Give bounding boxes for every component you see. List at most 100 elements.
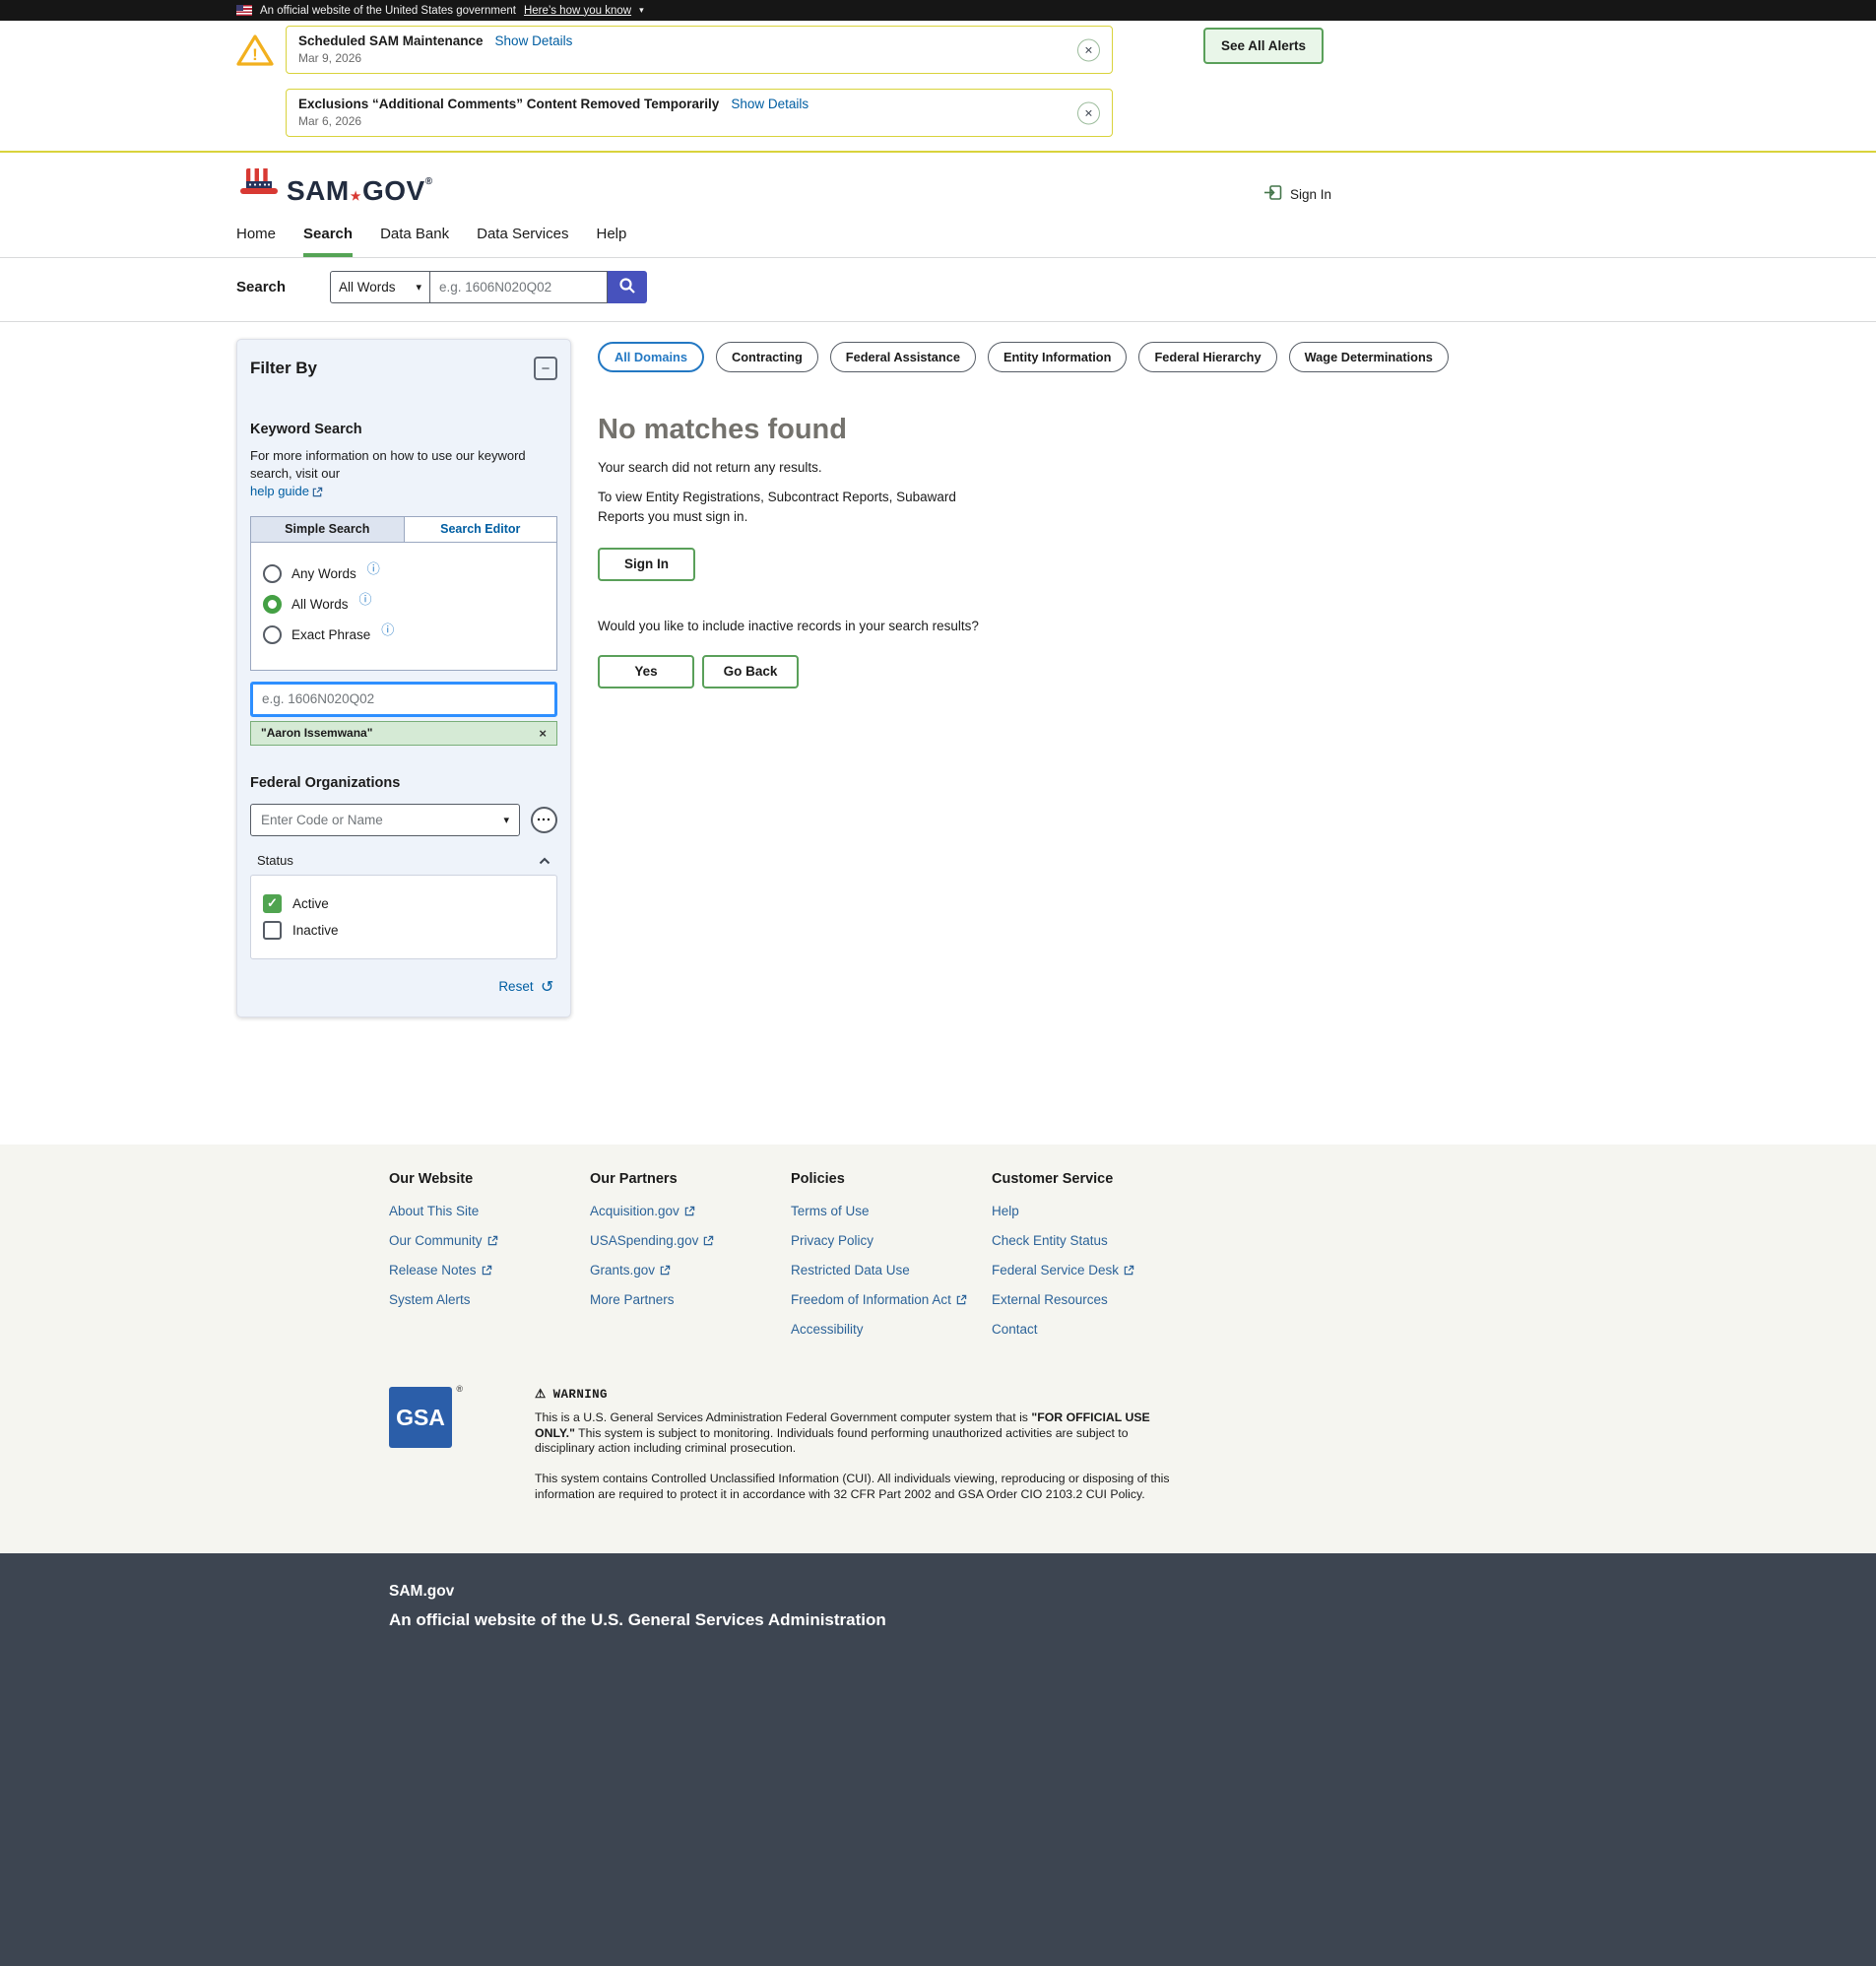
external-link-icon (1124, 1265, 1134, 1276)
collapse-filters-button[interactable]: − (534, 357, 557, 380)
keyword-help-text: For more information on how to use our k… (250, 447, 557, 501)
alert-card: Scheduled SAM Maintenance Show Details M… (286, 26, 1113, 74)
filter-panel-title: Filter By (250, 359, 317, 378)
inactive-records-question: Would you like to include inactive recor… (598, 619, 1449, 633)
footer-link-release-notes[interactable]: Release Notes (389, 1263, 590, 1278)
footer-column-heading: Our Partners (590, 1171, 791, 1187)
footer-link-acquisition-gov[interactable]: Acquisition.gov (590, 1204, 791, 1218)
pill-all-domains[interactable]: All Domains (598, 342, 704, 372)
search-submit-button[interactable] (608, 271, 647, 303)
footer-link-about-this-site[interactable]: About This Site (389, 1204, 590, 1218)
footer-link-our-community[interactable]: Our Community (389, 1233, 590, 1248)
sam-gov-logo[interactable]: SAM★GOV® (236, 167, 433, 205)
footer-link-restricted-data-use[interactable]: Restricted Data Use (791, 1263, 992, 1278)
pill-entity-information[interactable]: Entity Information (988, 342, 1127, 372)
alerts-section: ! Scheduled SAM Maintenance Show Details… (0, 21, 1876, 153)
footer-link-contact[interactable]: Contact (992, 1322, 1193, 1337)
footer-link-federal-service-desk[interactable]: Federal Service Desk (992, 1263, 1193, 1278)
help-guide-link[interactable]: help guide (250, 483, 323, 500)
footer: Our Website About This Site Our Communit… (0, 1145, 1876, 1553)
federal-organizations-heading: Federal Organizations (250, 775, 557, 791)
results-sign-in-button[interactable]: Sign In (598, 548, 695, 581)
gsa-logo[interactable]: GSA ® (389, 1387, 452, 1448)
footer-link-check-entity-status[interactable]: Check Entity Status (992, 1233, 1193, 1248)
warning-triangle-icon: ! (236, 33, 274, 72)
search-bar-row: Search All Words ▾ (0, 258, 1876, 322)
search-icon (618, 277, 636, 297)
yes-button[interactable]: Yes (598, 655, 694, 688)
external-link-icon (312, 487, 323, 497)
federal-organizations-select[interactable]: Enter Code or Name ▾ (250, 804, 520, 836)
chevron-down-icon: ▾ (503, 814, 509, 826)
pill-federal-hierarchy[interactable]: Federal Hierarchy (1138, 342, 1276, 372)
footer-link-more-partners[interactable]: More Partners (590, 1292, 791, 1307)
nav-item-help[interactable]: Help (596, 226, 626, 257)
footer-link-system-alerts[interactable]: System Alerts (389, 1292, 590, 1307)
alert-show-details-link[interactable]: Show Details (495, 33, 573, 48)
reset-icon: ↻ (541, 977, 553, 997)
reset-filters-link[interactable]: Reset ↻ (250, 977, 557, 997)
remove-chip-icon[interactable]: × (539, 726, 547, 741)
close-icon[interactable]: × (1077, 101, 1100, 124)
radio-exact-phrase[interactable]: Exact Phrase ⓘ (263, 625, 545, 644)
alert-title: Exclusions “Additional Comments” Content… (298, 97, 719, 111)
see-all-alerts-button[interactable]: See All Alerts (1203, 28, 1324, 64)
footer-link-help[interactable]: Help (992, 1204, 1193, 1218)
footer-link-accessibility[interactable]: Accessibility (791, 1322, 992, 1337)
pill-contracting[interactable]: Contracting (716, 342, 818, 372)
footer-link-usaspending-gov[interactable]: USASpending.gov (590, 1233, 791, 1248)
keyword-input[interactable] (250, 682, 557, 717)
radio-label: All Words (291, 597, 349, 612)
radio-any-words[interactable]: Any Words ⓘ (263, 564, 545, 583)
info-icon[interactable]: ⓘ (359, 589, 372, 608)
chevron-down-icon: ▾ (416, 281, 421, 294)
sign-in-note: To view Entity Registrations, Subcontrac… (598, 488, 994, 528)
tab-search-editor[interactable]: Search Editor (405, 516, 558, 543)
footer-link-external-resources[interactable]: External Resources (992, 1292, 1193, 1307)
status-options-box: ✓ Active Inactive (250, 875, 557, 959)
checkbox-checked-icon: ✓ (263, 894, 282, 913)
more-options-button[interactable]: ... (531, 807, 557, 833)
go-back-button[interactable]: Go Back (702, 655, 799, 688)
no-matches-title: No matches found (598, 414, 1449, 446)
keyword-options-box: Any Words ⓘ All Words ⓘ Exact Phrase ⓘ (250, 543, 557, 671)
nav-item-search[interactable]: Search (303, 226, 353, 257)
footer-column-heading: Our Website (389, 1171, 590, 1187)
external-link-icon (487, 1235, 498, 1246)
warning-paragraph-1: This is a U.S. General Services Administ… (535, 1410, 1170, 1457)
checkbox-active[interactable]: ✓ Active (263, 894, 545, 913)
footer-link-terms-of-use[interactable]: Terms of Use (791, 1204, 992, 1218)
gov-banner-link[interactable]: Here’s how you know (524, 5, 631, 17)
alert-show-details-link[interactable]: Show Details (731, 97, 809, 111)
close-icon[interactable]: × (1077, 38, 1100, 61)
nav-item-data-bank[interactable]: Data Bank (380, 226, 449, 257)
external-link-icon (482, 1265, 492, 1276)
keyword-chip: "Aaron Issemwana" × (250, 721, 557, 746)
pill-federal-assistance[interactable]: Federal Assistance (830, 342, 976, 372)
checkbox-inactive[interactable]: Inactive (263, 921, 545, 940)
info-icon[interactable]: ⓘ (367, 558, 380, 577)
tab-simple-search[interactable]: Simple Search (250, 516, 405, 543)
search-input[interactable] (430, 271, 608, 303)
alert-date: Mar 6, 2026 (298, 114, 1061, 128)
alert-title: Scheduled SAM Maintenance (298, 33, 484, 48)
footer-link-foia[interactable]: Freedom of Information Act (791, 1292, 992, 1307)
nav-item-home[interactable]: Home (236, 226, 276, 257)
no-matches-subtitle: Your search did not return any results. (598, 460, 1449, 475)
nav-item-data-services[interactable]: Data Services (477, 226, 568, 257)
search-type-select[interactable]: All Words ▾ (330, 271, 430, 303)
keyword-chip-label: "Aaron Issemwana" (261, 726, 372, 740)
info-icon[interactable]: ⓘ (381, 620, 394, 638)
svg-text:!: ! (252, 45, 258, 64)
header-sign-in-link[interactable]: Sign In (1263, 184, 1331, 204)
footer-link-grants-gov[interactable]: Grants.gov (590, 1263, 791, 1278)
warning-heading: WARNING (553, 1387, 608, 1403)
status-section-header[interactable]: Status (250, 851, 557, 875)
domain-filter-pills: All Domains Contracting Federal Assistan… (598, 342, 1449, 372)
pill-wage-determinations[interactable]: Wage Determinations (1289, 342, 1449, 372)
chevron-down-icon: ▾ (639, 5, 644, 16)
radio-all-words[interactable]: All Words ⓘ (263, 595, 545, 614)
site-header: SAM★GOV® Sign In Home Search Data Bank D… (0, 153, 1876, 258)
footer-link-privacy-policy[interactable]: Privacy Policy (791, 1233, 992, 1248)
external-link-icon (684, 1206, 695, 1216)
